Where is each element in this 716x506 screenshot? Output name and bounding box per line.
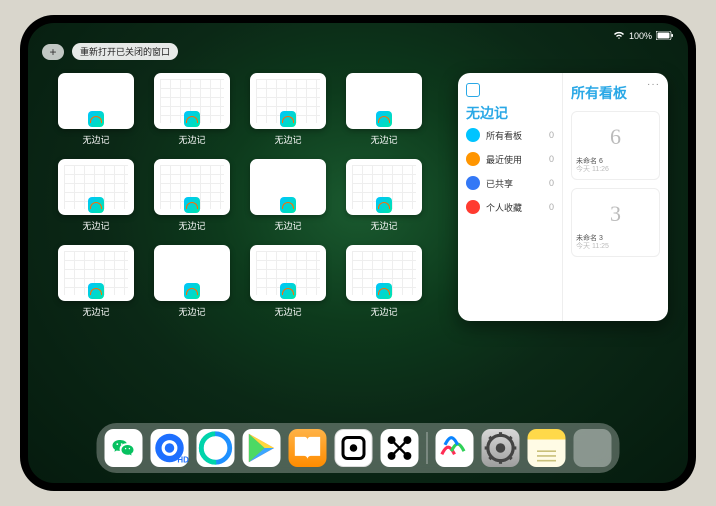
freeform-icon <box>184 111 200 127</box>
window-thumb[interactable]: 无边记 <box>58 245 134 325</box>
sidebar-item-label: 最近使用 <box>486 153 543 166</box>
freeform-icon[interactable] <box>436 429 474 467</box>
window-grid: 无边记无边记无边记无边记无边记无边记无边记无边记无边记无边记无边记无边记 <box>28 69 458 413</box>
sidebar-item-icon <box>466 200 480 214</box>
panel-more[interactable]: ··· <box>647 79 660 90</box>
thumb-label: 无边记 <box>274 219 301 232</box>
window-thumb[interactable]: 无边记 <box>250 73 326 153</box>
thumb-label: 无边记 <box>82 219 109 232</box>
sidebar-item[interactable]: 所有看板 0 <box>466 123 554 147</box>
thumb-label: 无边记 <box>178 133 205 146</box>
add-button[interactable]: + <box>42 44 64 60</box>
play-icon[interactable] <box>243 429 281 467</box>
books-icon[interactable] <box>289 429 327 467</box>
freeform-panel[interactable]: ··· 无边记 所有看板 0 最近使用 0 已共享 0 个人收藏 0 所有看板 6未命名 6今… <box>458 73 668 321</box>
thumb-label: 无边记 <box>370 133 397 146</box>
freeform-icon <box>88 111 104 127</box>
window-thumb[interactable]: 无边记 <box>250 245 326 325</box>
freeform-icon <box>280 197 296 213</box>
freeform-icon <box>88 197 104 213</box>
battery-icon <box>656 31 674 42</box>
thumb-label: 无边记 <box>370 219 397 232</box>
freeform-icon <box>280 111 296 127</box>
screen: 100% + 重新打开已关闭的窗口 无边记无边记无边记无边记无边记无边记无边记无… <box>28 23 688 483</box>
panel-sidebar: 无边记 所有看板 0 最近使用 0 已共享 0 个人收藏 0 <box>458 73 563 321</box>
thumb-label: 无边记 <box>370 305 397 318</box>
thumb-label: 无边记 <box>178 219 205 232</box>
ipad-device: 100% + 重新打开已关闭的窗口 无边记无边记无边记无边记无边记无边记无边记无… <box>20 15 696 491</box>
dock-separator <box>427 432 428 464</box>
freeform-icon <box>376 111 392 127</box>
wechat-icon[interactable] <box>105 429 143 467</box>
panel-left-title: 无边记 <box>466 103 554 123</box>
window-thumb[interactable]: 无边记 <box>58 159 134 239</box>
window-thumb[interactable]: 无边记 <box>346 73 422 153</box>
sidebar-item[interactable]: 最近使用 0 <box>466 147 554 171</box>
board-card[interactable]: 6未命名 6今天 11:26 <box>571 111 660 180</box>
qq-hd-icon[interactable]: HD <box>151 429 189 467</box>
die-icon[interactable] <box>335 429 373 467</box>
thumb-label: 无边记 <box>178 305 205 318</box>
sidebar-item-icon <box>466 128 480 142</box>
connect-icon[interactable] <box>381 429 419 467</box>
wifi-icon <box>613 31 625 42</box>
sidebar-item-label: 已共享 <box>486 177 543 190</box>
freeform-icon <box>184 283 200 299</box>
topbar: + 重新打开已关闭的窗口 <box>42 43 178 60</box>
freeform-icon <box>376 197 392 213</box>
window-thumb[interactable]: 无边记 <box>346 159 422 239</box>
sidebar-item-count: 0 <box>549 178 554 188</box>
window-thumb[interactable]: 无边记 <box>346 245 422 325</box>
thumb-label: 无边记 <box>274 133 301 146</box>
sidebar-item-count: 0 <box>549 130 554 140</box>
sidebar-item-count: 0 <box>549 202 554 212</box>
battery-percent: 100% <box>629 31 652 41</box>
window-thumb[interactable]: 无边记 <box>58 73 134 153</box>
window-thumb[interactable]: 无边记 <box>250 159 326 239</box>
sidebar-item[interactable]: 已共享 0 <box>466 171 554 195</box>
freeform-icon <box>376 283 392 299</box>
board-info: 未命名 3今天 11:25 <box>576 235 655 252</box>
freeform-icon <box>280 283 296 299</box>
settings-icon[interactable] <box>482 429 520 467</box>
workspace: 无边记无边记无边记无边记无边记无边记无边记无边记无边记无边记无边记无边记 ···… <box>28 69 688 413</box>
sidebar-item[interactable]: 个人收藏 0 <box>466 195 554 219</box>
freeform-icon <box>88 283 104 299</box>
sidebar-item-icon <box>466 152 480 166</box>
sidebar-item-label: 所有看板 <box>486 129 543 142</box>
panel-boards: 所有看板 6未命名 6今天 11:263未命名 3今天 11:25 <box>563 73 668 321</box>
reopen-closed-pill[interactable]: 重新打开已关闭的窗口 <box>72 43 178 60</box>
thumb-label: 无边记 <box>82 305 109 318</box>
board-info: 未命名 6今天 11:26 <box>576 158 655 175</box>
thumb-label: 无边记 <box>82 133 109 146</box>
sidebar-item-count: 0 <box>549 154 554 164</box>
window-thumb[interactable]: 无边记 <box>154 73 230 153</box>
sidebar-item-label: 个人收藏 <box>486 201 543 214</box>
window-thumb[interactable]: 无边记 <box>154 245 230 325</box>
freeform-icon <box>184 197 200 213</box>
sidebar-item-icon <box>466 176 480 190</box>
board-drawing: 6 <box>576 116 655 158</box>
window-thumb[interactable]: 无边记 <box>154 159 230 239</box>
dock: HD <box>97 423 620 473</box>
board-drawing: 3 <box>576 193 655 235</box>
qq-browser-icon[interactable] <box>197 429 235 467</box>
notes-icon[interactable] <box>528 429 566 467</box>
panel-app-icon <box>466 83 480 97</box>
board-card[interactable]: 3未命名 3今天 11:25 <box>571 188 660 257</box>
svg-text:HD: HD <box>177 455 188 464</box>
thumb-label: 无边记 <box>274 305 301 318</box>
app-library-icon[interactable] <box>574 429 612 467</box>
